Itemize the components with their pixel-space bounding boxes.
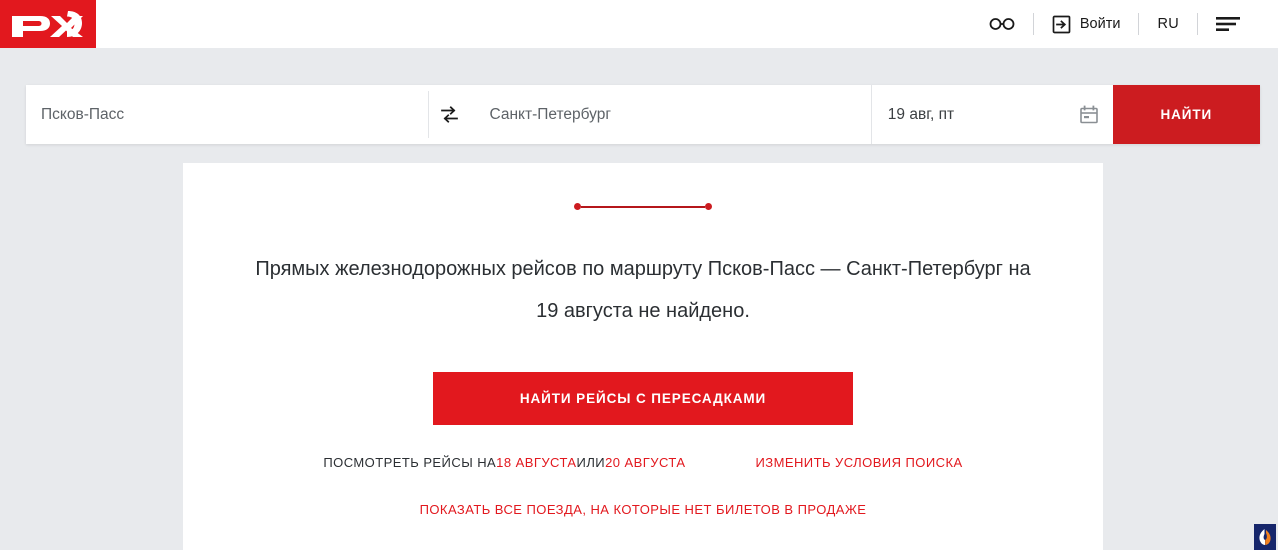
route-destination-dot <box>705 203 712 210</box>
menu-button[interactable] <box>1198 9 1258 39</box>
date-field[interactable]: 19 авг, пт <box>870 85 1113 144</box>
corner-widget-badge[interactable] <box>1254 524 1276 550</box>
previous-date-link[interactable]: 18 АВГУСТА <box>496 455 576 470</box>
flame-badge-icon <box>1259 529 1271 545</box>
change-search-link[interactable]: ИЗМЕНИТЬ УСЛОВИЯ ПОИСКА <box>755 455 962 470</box>
site-header: Войти RU <box>0 0 1278 48</box>
login-label: Войти <box>1079 16 1121 32</box>
origin-field[interactable]: Псков-Пасс <box>26 85 429 144</box>
calendar-icon <box>1079 105 1098 123</box>
route-origin-dot <box>574 203 581 210</box>
alternative-dates-row: ПОСМОТРЕТЬ РЕЙСЫ НА 18 АВГУСТА ИЛИ 20 АВ… <box>323 455 962 470</box>
login-button[interactable]: Войти <box>1034 9 1139 39</box>
language-label: RU <box>1157 16 1179 32</box>
no-results-message: Прямых железнодорожных рейсов по маршрут… <box>255 258 1031 322</box>
route-line <box>581 205 705 208</box>
destination-value: Санкт-Петербург <box>489 105 612 123</box>
alternative-dates-prefix: ПОСМОТРЕТЬ РЕЙСЫ НА <box>323 455 497 470</box>
results-card: Прямых железнодорожных рейсов по маршрут… <box>183 163 1103 550</box>
find-transfer-routes-button[interactable]: НАЙТИ РЕЙСЫ С ПЕРЕСАДКАМИ <box>433 372 853 425</box>
swap-stations-button[interactable] <box>428 85 471 144</box>
alternative-dates-or: ИЛИ <box>576 455 606 470</box>
date-value: 19 авг, пт <box>887 105 955 123</box>
accessibility-version-button[interactable] <box>971 9 1033 39</box>
search-bar: Псков-Пасс Санкт-Петербург 19 авг, пт НА… <box>26 85 1260 144</box>
hamburger-menu-icon <box>1216 17 1240 31</box>
rzd-logo[interactable] <box>0 0 96 48</box>
search-button[interactable]: НАЙТИ <box>1112 85 1260 144</box>
glasses-icon <box>989 18 1015 30</box>
route-decoration <box>574 203 712 210</box>
next-date-link[interactable]: 20 АВГУСТА <box>605 455 685 470</box>
header-actions: Войти RU <box>971 0 1278 48</box>
origin-value: Псков-Пасс <box>41 105 125 123</box>
swap-arrows-icon <box>440 106 458 123</box>
rzd-logo-icon <box>12 11 83 37</box>
language-switcher[interactable]: RU <box>1139 9 1197 39</box>
login-icon <box>1052 15 1071 33</box>
show-all-trains-link[interactable]: ПОКАЗАТЬ ВСЕ ПОЕЗДА, НА КОТОРЫЕ НЕТ БИЛЕ… <box>420 502 867 517</box>
destination-field[interactable]: Санкт-Петербург <box>470 85 871 144</box>
